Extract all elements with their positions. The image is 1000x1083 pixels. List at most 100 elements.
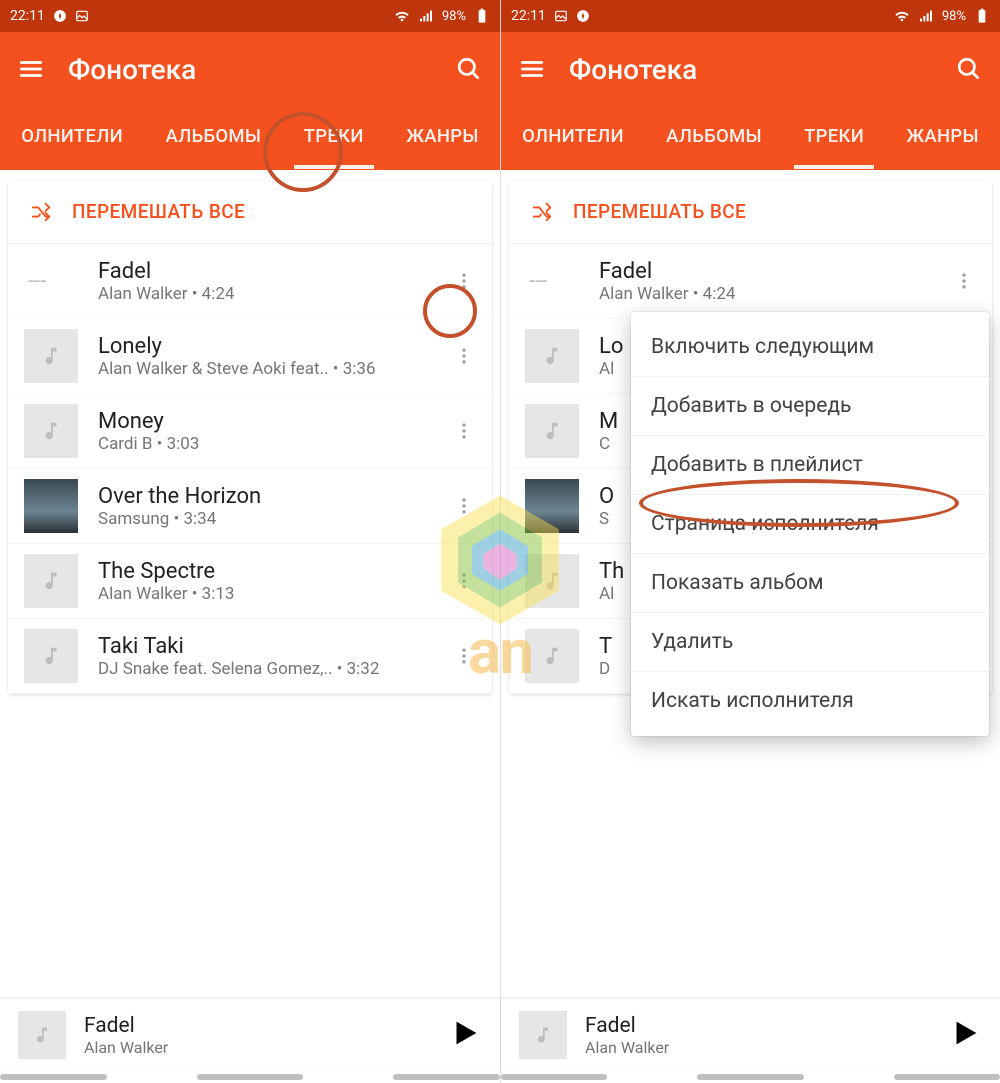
hamburger-icon[interactable] — [519, 56, 545, 82]
tab-albums[interactable]: АЛЬБОМЫ — [159, 107, 267, 165]
now-playing-title: Fadel — [84, 1014, 448, 1038]
track-more-button[interactable] — [442, 571, 486, 591]
signal-icon — [418, 8, 434, 24]
music-note-icon — [533, 1025, 553, 1045]
now-playing-art — [18, 1011, 66, 1059]
shuffle-all-button[interactable]: ПЕРЕМЕШАТЬ ВСЕ — [509, 180, 992, 244]
track-art — [24, 629, 78, 683]
track-art — [24, 479, 78, 533]
shuffle-icon — [531, 201, 553, 223]
compass-icon — [576, 9, 590, 23]
more-vertical-icon — [954, 271, 974, 291]
play-icon — [948, 1016, 982, 1050]
list-item[interactable]: ---FadelAlan Walker • 4:24 — [509, 244, 992, 319]
track-title: Taki Taki — [98, 634, 442, 659]
compass-icon — [53, 9, 67, 23]
image-icon — [75, 9, 89, 23]
menu-item-delete[interactable]: Удалить — [631, 613, 989, 672]
track-more-button[interactable] — [942, 271, 986, 291]
track-subtitle: Alan Walker • 4:24 — [599, 284, 942, 304]
android-nav-bar — [0, 1071, 500, 1083]
tabs: ОЛНИТЕЛИ АЛЬБОМЫ ТРЕКИ ЖАНРЫ — [0, 106, 500, 170]
search-icon[interactable] — [956, 56, 982, 82]
music-note-icon — [541, 345, 563, 367]
tab-artists[interactable]: ОЛНИТЕЛИ — [15, 107, 129, 165]
nav-pill[interactable] — [501, 1074, 607, 1080]
status-battery-pct: 98% — [942, 9, 966, 24]
wifi-icon — [894, 8, 910, 24]
tab-tracks[interactable]: ТРЕКИ — [798, 107, 870, 165]
nav-pill[interactable] — [0, 1074, 107, 1080]
menu-item-show-album[interactable]: Показать альбом — [631, 554, 989, 613]
play-button[interactable] — [948, 1016, 982, 1054]
track-subtitle: Samsung • 3:34 — [98, 509, 442, 529]
music-note-icon — [40, 420, 62, 442]
context-menu: Включить следующим Добавить в очередь До… — [631, 312, 989, 736]
list-item[interactable]: Over the HorizonSamsung • 3:34 — [8, 469, 492, 544]
music-note-icon — [32, 1025, 52, 1045]
page-title: Фонотека — [569, 53, 932, 86]
nav-pill[interactable] — [894, 1074, 1000, 1080]
track-more-button[interactable] — [442, 271, 486, 291]
battery-icon — [474, 8, 490, 24]
nav-pill[interactable] — [697, 1074, 803, 1080]
track-art — [525, 629, 579, 683]
track-art — [525, 404, 579, 458]
tab-albums[interactable]: АЛЬБОМЫ — [660, 107, 768, 165]
now-playing-bar[interactable]: Fadel Alan Walker — [501, 999, 1000, 1071]
menu-item-add-queue[interactable]: Добавить в очередь — [631, 377, 989, 436]
nav-pill[interactable] — [197, 1074, 304, 1080]
list-item[interactable]: LonelyAlan Walker & Steve Aoki feat.. • … — [8, 319, 492, 394]
hamburger-icon[interactable] — [18, 56, 44, 82]
tabs: ОЛНИТЕЛИ АЛЬБОМЫ ТРЕКИ ЖАНРЫ — [501, 106, 1000, 170]
music-note-icon — [541, 420, 563, 442]
tab-tracks[interactable]: ТРЕКИ — [298, 107, 370, 165]
menu-item-play-next[interactable]: Включить следующим — [631, 318, 989, 377]
signal-icon — [918, 8, 934, 24]
tab-artists[interactable]: ОЛНИТЕЛИ — [516, 107, 630, 165]
more-vertical-icon — [454, 421, 474, 441]
track-subtitle: Alan Walker & Steve Aoki feat.. • 3:36 — [98, 359, 442, 379]
list-item[interactable]: MoneyCardi B • 3:03 — [8, 394, 492, 469]
app-bar: Фонотека — [0, 32, 500, 106]
more-vertical-icon — [454, 496, 474, 516]
track-art — [525, 329, 579, 383]
track-list-card: ПЕРЕМЕШАТЬ ВСЕ ---FadelAlan Walker • 4:2… — [509, 180, 992, 694]
play-icon — [448, 1016, 482, 1050]
list-item[interactable]: Taki TakiDJ Snake feat. Selena Gomez,.. … — [8, 619, 492, 694]
track-title: Fadel — [599, 259, 942, 284]
track-more-button[interactable] — [442, 646, 486, 666]
list-item[interactable]: The SpectreAlan Walker • 3:13 — [8, 544, 492, 619]
music-note-icon — [541, 645, 563, 667]
tab-genres[interactable]: ЖАНРЫ — [900, 107, 984, 165]
menu-item-search-artist[interactable]: Искать исполнителя — [631, 672, 989, 730]
search-icon[interactable] — [456, 56, 482, 82]
more-vertical-icon — [454, 571, 474, 591]
music-note-icon — [40, 345, 62, 367]
tab-genres[interactable]: ЖАНРЫ — [400, 107, 484, 165]
track-more-button[interactable] — [442, 496, 486, 516]
list-item[interactable]: --- FadelAlan Walker • 4:24 — [8, 244, 492, 319]
now-playing-bar[interactable]: Fadel Alan Walker — [0, 999, 500, 1071]
track-subtitle: DJ Snake feat. Selena Gomez,.. • 3:32 — [98, 659, 442, 679]
track-more-button[interactable] — [442, 421, 486, 441]
track-title: Fadel — [98, 259, 442, 284]
play-button[interactable] — [448, 1016, 482, 1054]
menu-item-artist-page[interactable]: Страница исполнителя — [631, 495, 989, 554]
status-time: 22:11 — [511, 8, 546, 24]
track-subtitle: Alan Walker • 4:24 — [98, 284, 442, 304]
now-playing-artist: Alan Walker — [585, 1038, 948, 1057]
status-bar: 22:11 98% — [501, 0, 1000, 32]
menu-item-add-playlist[interactable]: Добавить в плейлист — [631, 436, 989, 495]
track-title: Over the Horizon — [98, 484, 442, 509]
status-time: 22:11 — [10, 8, 45, 24]
status-bar: 22:11 98% — [0, 0, 500, 32]
track-art: --- — [24, 254, 78, 308]
shuffle-icon — [30, 201, 52, 223]
nav-pill[interactable] — [393, 1074, 500, 1080]
app-bar: Фонотека — [501, 32, 1000, 106]
now-playing-title: Fadel — [585, 1014, 948, 1038]
music-note-icon — [40, 570, 62, 592]
track-more-button[interactable] — [442, 346, 486, 366]
shuffle-all-button[interactable]: ПЕРЕМЕШАТЬ ВСЕ — [8, 180, 492, 244]
